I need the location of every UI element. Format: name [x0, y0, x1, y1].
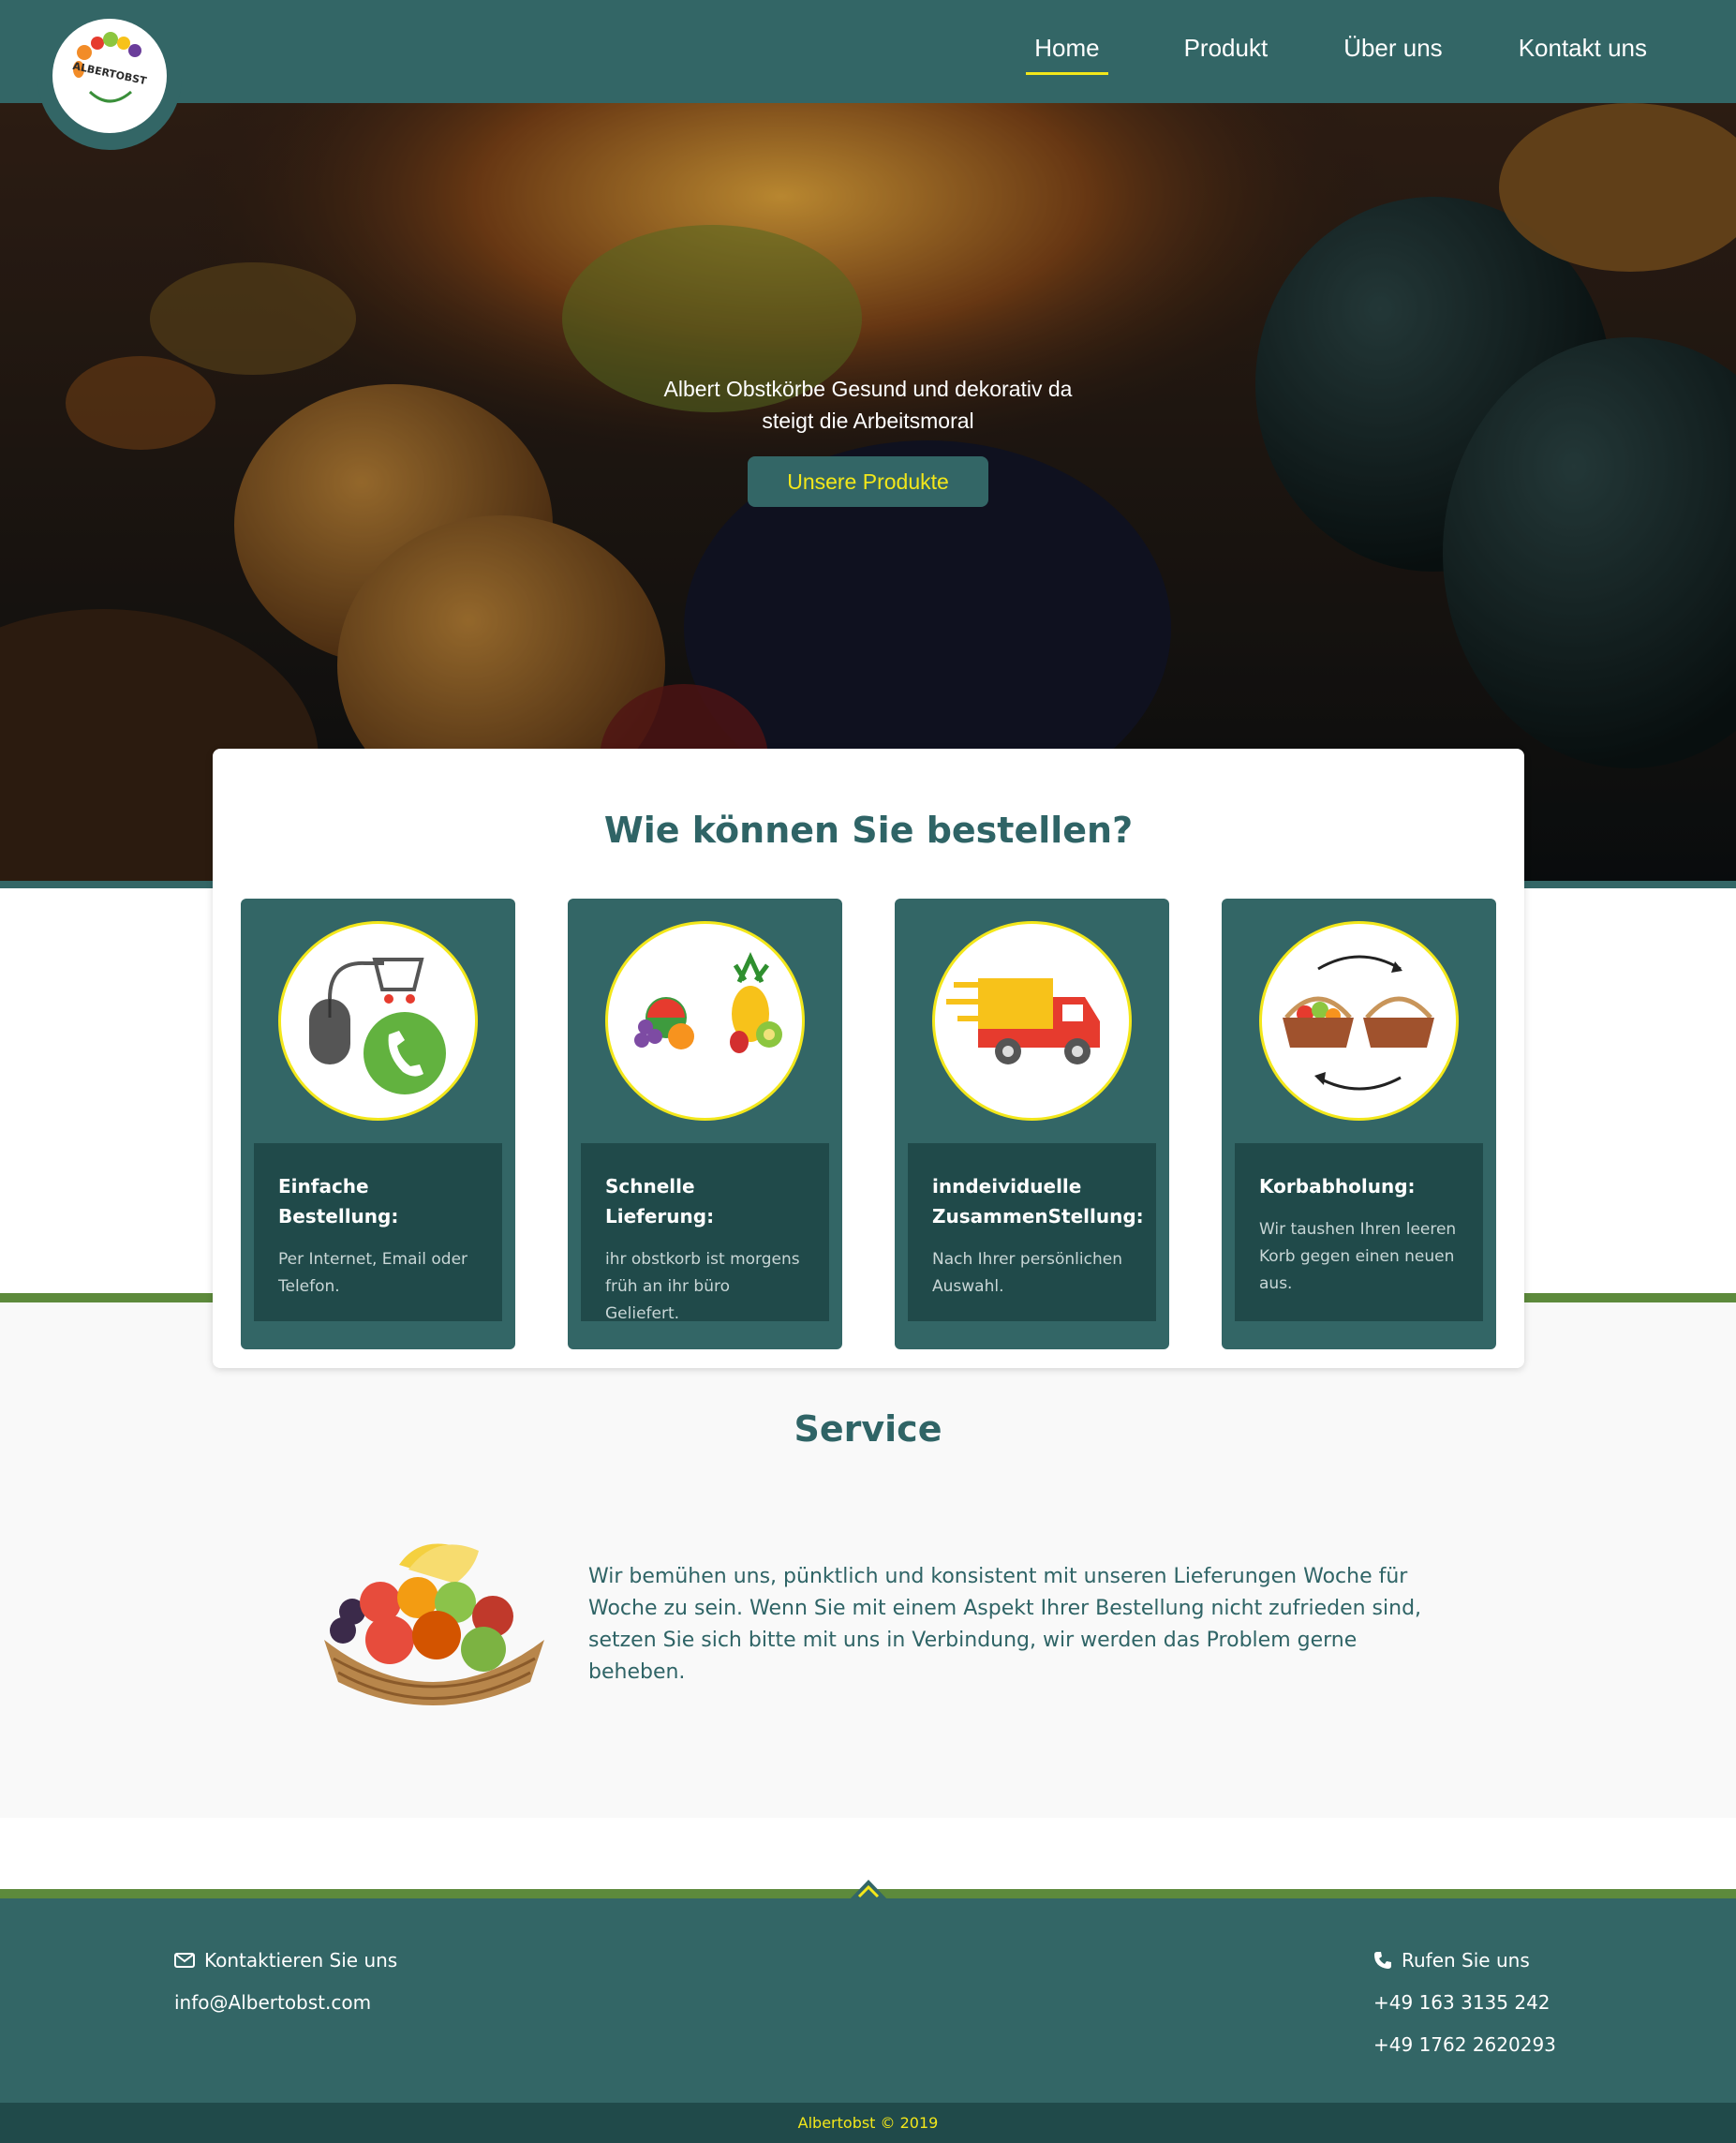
order-card: Wie können Sie bestellen? Einfache Beste… — [213, 749, 1524, 1368]
mouse-cart-phone-icon — [278, 921, 478, 1121]
step-box: inndeividuelle ZusammenStellung: Nach Ih… — [908, 1143, 1156, 1321]
step-title: inndeividuelle ZusammenStellung: — [932, 1175, 1144, 1228]
site-footer: Kontaktieren Sie uns info@Albertobst.com… — [0, 1898, 1736, 2103]
step-desc: Per Internet, Email oder Telefon. — [278, 1250, 468, 1296]
step-box: Schnelle Lieferung: ihr obstkorb ist mor… — [581, 1143, 829, 1323]
service-section — [0, 1302, 1736, 1818]
fruit-basket-image — [324, 1543, 544, 1705]
step-desc: ihr obstkorb ist morgens früh an ihr bür… — [605, 1250, 800, 1323]
step-box: Korbabholung: Wir taushen Ihren leeren K… — [1235, 1143, 1483, 1321]
step-card-einfache-bestellung: Einfache Bestellung: Per Internet, Email… — [241, 899, 515, 1349]
mail-icon — [174, 1953, 195, 1968]
main-nav: Home Produkt Über uns Kontakt uns — [1026, 34, 1647, 75]
nav-home[interactable]: Home — [1026, 34, 1108, 75]
scroll-to-top-icon[interactable] — [847, 1874, 890, 1902]
step-title: Korbabholung: — [1259, 1175, 1416, 1198]
contact-email-row: info@Albertobst.com — [174, 1987, 397, 2017]
fruits-icon — [605, 921, 805, 1121]
contact-email-link[interactable]: info@Albertobst.com — [174, 1991, 371, 2014]
site-logo[interactable]: ALBERTOBST — [52, 19, 167, 133]
step-card-individuelle-zusammenstellung: inndeividuelle ZusammenStellung: Nach Ih… — [895, 899, 1169, 1349]
phone-number-1[interactable]: +49 163 3135 242 — [1373, 1991, 1551, 2014]
phone-number-2[interactable]: +49 1762 2620293 — [1373, 2033, 1556, 2056]
nav-produkt[interactable]: Produkt — [1184, 34, 1269, 75]
contact-heading: Kontaktieren Sie uns — [174, 1945, 397, 1975]
phone-icon — [1374, 1952, 1391, 1969]
step-box: Einfache Bestellung: Per Internet, Email… — [254, 1143, 502, 1321]
footer-phone: Rufen Sie uns +49 163 3135 242 +49 1762 … — [1373, 1945, 1556, 2072]
phone-row: +49 1762 2620293 — [1373, 2030, 1556, 2060]
basket-swap-icon — [1259, 921, 1459, 1121]
nav-kontakt-uns[interactable]: Kontakt uns — [1519, 34, 1647, 75]
step-card-korbabholung: Korbabholung: Wir taushen Ihren leeren K… — [1222, 899, 1496, 1349]
order-title: Wie können Sie bestellen? — [603, 810, 1134, 851]
copyright-text: Albertobst © 2019 — [797, 2114, 939, 2132]
call-heading: Rufen Sie uns — [1373, 1945, 1556, 1975]
hero-tagline-line1: Albert Obstkörbe Gesund und dekorativ da — [663, 377, 1073, 401]
nav-ueber-uns[interactable]: Über uns — [1343, 34, 1443, 75]
call-label: Rufen Sie uns — [1402, 1949, 1530, 1972]
step-card-schnelle-lieferung: Schnelle Lieferung: ihr obstkorb ist mor… — [568, 899, 842, 1349]
step-title: Schnelle Lieferung: — [605, 1175, 715, 1228]
copyright-bar: Albertobst © 2019 — [0, 2103, 1736, 2143]
step-title: Einfache Bestellung: — [278, 1175, 399, 1228]
contact-label: Kontaktieren Sie uns — [204, 1949, 398, 1972]
step-desc: Wir taushen Ihren leeren Korb gegen eine… — [1259, 1220, 1457, 1293]
step-desc: Nach Ihrer persönlichen Auswahl. — [932, 1250, 1122, 1296]
delivery-truck-icon — [932, 921, 1132, 1121]
hero-tagline-line2: steigt die Arbeitsmoral — [762, 409, 974, 433]
service-text: Wir bemühen uns, pünktlich und konsisten… — [588, 1565, 1422, 1684]
unsere-produkte-button[interactable]: Unsere Produkte — [748, 456, 988, 507]
phone-row: +49 163 3135 242 — [1373, 1987, 1556, 2017]
hero-tagline: Albert Obstkörbe Gesund und dekorativ da… — [0, 373, 1736, 437]
footer-contact: Kontaktieren Sie uns info@Albertobst.com — [174, 1945, 397, 2030]
service-title: Service — [794, 1408, 942, 1450]
